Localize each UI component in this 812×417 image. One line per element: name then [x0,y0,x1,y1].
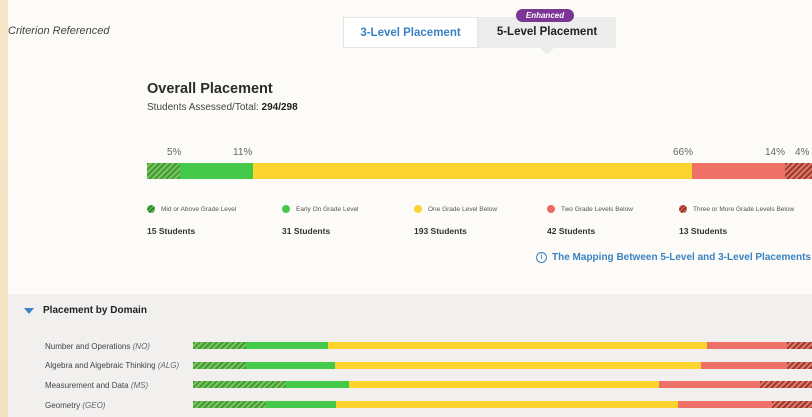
student-count: 13 Students [679,226,728,236]
legend-item-mid-or-above: Mid or Above Grade Level [147,205,236,213]
domain-abbr: (NO) [132,342,150,351]
hatched-green-dot-icon [147,205,155,213]
assessed-label: Students Assessed/Total: [147,102,259,113]
domain-bar-ms [193,381,812,388]
student-count: 31 Students [282,226,331,236]
domain-name: Measurement and Data [45,381,129,390]
assessed-value: 294/298 [261,102,298,113]
legend-item-three-or-more-below: Three or More Grade Levels Below [679,205,794,213]
tab-3-level[interactable]: 3-Level Placement [343,17,478,48]
mapping-link-label: The Mapping Between 5-Level and 3-Level … [552,252,811,263]
info-icon: i [536,252,547,263]
bar-segment-one-below[interactable] [253,163,693,179]
bar-segment[interactable] [787,362,812,369]
student-count: 15 Students [147,226,196,236]
bar-segment[interactable] [245,342,328,349]
enhanced-badge: Enhanced [516,9,574,22]
domain-section-title: Placement by Domain [43,305,147,316]
bar-segment[interactable] [193,362,246,369]
domain-abbr: (ALG) [157,361,180,370]
bar-segment[interactable] [701,362,788,369]
bar-segment[interactable] [348,381,660,388]
overall-placement-bar [147,163,812,179]
pct-label: 66% [673,147,694,158]
bar-segment[interactable] [772,401,812,408]
criterion-label: Criterion Referenced [8,25,110,37]
bar-segment-two-below[interactable] [692,163,786,179]
pct-label: 4% [795,147,810,158]
mapping-link[interactable]: i The Mapping Between 5-Level and 3-Leve… [536,252,811,263]
domain-section-toggle[interactable]: Placement by Domain [24,305,147,316]
hatched-red-dot-icon [679,205,687,213]
domain-label-alg: Algebra and Algebraic Thinking (ALG) [45,361,179,370]
bar-segment[interactable] [678,401,773,408]
bar-segment-early-on[interactable] [180,163,254,179]
legend-label: Two Grade Levels Below [561,205,633,213]
legend-label: One Grade Level Below [428,205,498,213]
bar-segment[interactable] [334,362,702,369]
domain-label-no: Number and Operations (NO) [45,342,150,351]
domain-name: Geometry [45,401,81,410]
domain-bar-alg [193,362,812,369]
pct-label: 14% [765,147,786,158]
bar-segment[interactable] [193,381,286,388]
domain-abbr: (GEO) [82,401,106,410]
legend-item-early-on: Early On Grade Level [282,205,359,213]
yellow-dot-icon [414,205,422,213]
bar-segment[interactable] [327,342,708,349]
pct-label: 5% [167,147,182,158]
bar-segment[interactable] [759,381,812,388]
legend-label: Mid or Above Grade Level [161,205,237,213]
bar-segment[interactable] [193,401,267,408]
student-count: 193 Students [414,226,467,236]
domain-abbr: (MS) [130,381,149,390]
legend-label: Three or More Grade Levels Below [693,205,795,213]
bar-segment[interactable] [193,342,246,349]
bar-segment[interactable] [659,381,760,388]
bar-segment[interactable] [285,381,349,388]
domain-label-geo: Geometry (GEO) [45,401,105,410]
pct-label: 11% [233,147,253,158]
bar-segment[interactable] [245,362,335,369]
legend-item-one-below: One Grade Level Below [414,205,497,213]
legend-item-two-below: Two Grade Levels Below [547,205,633,213]
placement-tabs: 3-Level Placement 5-Level Placement [343,17,616,55]
legend-label: Early On Grade Level [296,205,359,213]
domain-name: Algebra and Algebraic Thinking [45,361,156,370]
bar-segment-mid-or-above[interactable] [147,163,181,179]
bar-segment[interactable] [707,342,788,349]
bar-segment[interactable] [787,342,812,349]
domain-bar-no [193,342,812,349]
bar-segment[interactable] [335,401,679,408]
student-count: 42 Students [547,226,596,236]
students-assessed: Students Assessed/Total: 294/298 [147,102,298,113]
red-dot-icon [547,205,555,213]
domain-bar-geo [193,401,812,408]
domain-label-ms: Measurement and Data (MS) [45,381,148,390]
bar-segment-three-or-more-below[interactable] [785,163,812,179]
bar-segment[interactable] [266,401,336,408]
overall-placement-title: Overall Placement [147,81,273,97]
domain-name: Number and Operations [45,342,131,351]
caret-down-icon [24,307,34,314]
green-dot-icon [282,205,290,213]
